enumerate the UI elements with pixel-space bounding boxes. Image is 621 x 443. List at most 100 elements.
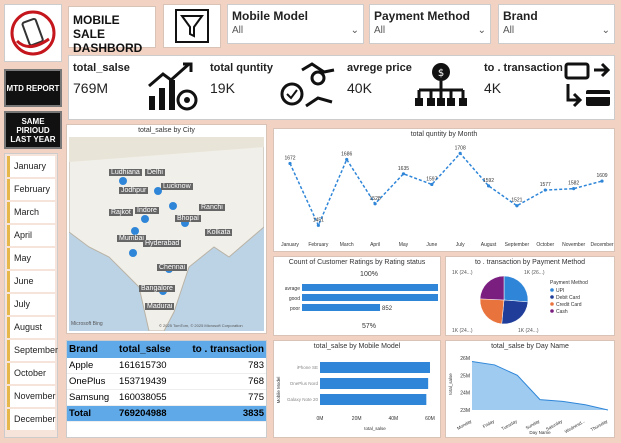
table-cell: 783 [180, 358, 266, 374]
table-row[interactable]: Samsung 160038055 775 [67, 389, 266, 406]
table-cell: 768 [180, 373, 266, 390]
data-label: 1577 [540, 182, 551, 188]
tick-label: 60M [425, 416, 435, 422]
data-point [316, 223, 320, 227]
ratings-chart: Count of Customer Ratings by Rating stat… [273, 256, 441, 336]
column-header[interactable]: to . transaction [180, 341, 266, 358]
city-label: Ludhiana [109, 169, 142, 176]
month-item[interactable]: February [7, 179, 55, 200]
tick-label: 20M [352, 416, 362, 422]
brand-slicer[interactable]: Brand All ⌄ [498, 4, 615, 44]
chevron-down-icon: ⌄ [601, 25, 610, 36]
bar [320, 362, 430, 373]
tick-label: Galaxy Note 20 [287, 397, 319, 402]
data-label: 1708 [455, 145, 466, 151]
city-label: Bhopal [175, 215, 201, 222]
city-label: Indore [135, 207, 159, 214]
payment-method-slicer[interactable]: Payment Method All ⌄ [369, 4, 491, 44]
data-label: 852 [382, 306, 393, 312]
month-item[interactable]: March [7, 202, 55, 223]
map-canvas[interactable]: Ludhiana Delhi Jodhpur Lucknow Rajkot In… [69, 137, 264, 331]
month-item[interactable]: June [7, 271, 55, 292]
bar [302, 284, 438, 291]
column-header[interactable]: total_salse [117, 341, 181, 358]
tick-label: Tuesday [501, 418, 519, 431]
same-period-last-year-button[interactable]: SAME PIRIOUD LAST YEAR [4, 111, 62, 149]
table-total-row: Total 769204988 3835 [67, 405, 266, 422]
tick-label: 26M [460, 356, 470, 362]
table-cell: 161615730 [117, 358, 181, 374]
city-label: Lucknow [161, 183, 193, 190]
data-point [288, 161, 292, 166]
slicer-dropdown[interactable]: All ⌄ [499, 23, 614, 38]
slicer-label: Mobile Model [232, 9, 308, 23]
bottom-label: 57% [362, 323, 376, 330]
tick-label: March [340, 242, 354, 248]
legend-swatch [550, 302, 554, 306]
tick-label: 0M [317, 416, 324, 422]
tick-label: April [370, 242, 380, 248]
city-label: Chennai [157, 264, 188, 271]
city-label: Hyderabad [143, 240, 182, 247]
data-label: 1635 [398, 166, 409, 172]
table-row[interactable]: OnePlus 153719439 768 [67, 373, 266, 390]
month-item[interactable]: December [7, 409, 56, 430]
tick-label: 25M [460, 373, 470, 379]
city-map: total_salse by City Ludhiana Delhi Jodhp… [66, 124, 267, 334]
month-item[interactable]: July [7, 294, 55, 315]
data-label: 1672 [284, 155, 295, 161]
kpi-total-transaction: to . transaction 4K [480, 56, 616, 119]
data-point [430, 182, 434, 187]
brand-table: Brand total_salse to . transaction Apple… [66, 340, 267, 438]
legend-item: UPI [556, 288, 564, 294]
tick-label: Thursday [590, 418, 609, 432]
kpi-total-sales: total_salse 769M [69, 56, 206, 119]
tick-label: iPhone SE [297, 365, 318, 370]
data-point [458, 151, 462, 155]
map-attribution: © 2025 TomTom, © 2025 Microsoft Corporat… [159, 323, 243, 328]
data-label: 1582 [568, 181, 579, 187]
month-item[interactable]: September [7, 340, 58, 361]
tick-label: July [456, 242, 465, 248]
slicer-dropdown[interactable]: All ⌄ [370, 23, 490, 38]
month-item[interactable]: May [7, 248, 55, 269]
mobile-model-slicer[interactable]: Mobile Model All ⌄ [227, 4, 364, 44]
pie-chart-svg: 1K (26...) 1K (24...) 1K (24...) 1K (24...)… [452, 270, 588, 334]
slicer-dropdown[interactable]: All ⌄ [228, 23, 363, 38]
tick-label: September [505, 242, 530, 248]
svg-text:$: $ [438, 68, 444, 79]
data-label: 1K (24...) [518, 328, 539, 334]
data-label: 1686 [341, 152, 352, 158]
data-label: 1451 [313, 217, 324, 223]
legend-item: Credit Card [556, 302, 582, 308]
table-header-row: Brand total_salse to . transaction [67, 341, 266, 358]
month-item[interactable]: January [7, 156, 55, 177]
column-header[interactable]: Brand [67, 341, 118, 358]
legend-swatch [550, 295, 554, 299]
tick-label: poor [290, 306, 300, 312]
pie-slice [501, 299, 529, 325]
top-label: 100% [360, 271, 378, 278]
table-row[interactable]: Apple 161615730 783 [67, 358, 266, 374]
month-item[interactable]: April [7, 225, 55, 246]
table-cell: 775 [180, 389, 266, 406]
month-item[interactable]: August [7, 317, 55, 338]
data-label: 1K (24...) [452, 328, 473, 334]
month-item[interactable]: October [7, 363, 55, 384]
filter-icon[interactable] [163, 4, 221, 48]
mtd-report-button[interactable]: MTD REPORT [4, 69, 62, 107]
tick-label: Friday [482, 418, 496, 429]
table-cell: 3835 [180, 405, 266, 422]
month-item[interactable]: November [7, 386, 56, 407]
money-network-icon: $ [415, 63, 467, 106]
tick-label: June [426, 242, 437, 248]
tick-label: 40M [388, 416, 398, 422]
table-cell: Total [67, 405, 118, 422]
tick-label: avrage [285, 286, 301, 292]
axis-label: Day Name [529, 430, 551, 435]
data-label: 1521 [511, 198, 522, 204]
table-cell: 769204988 [117, 405, 181, 422]
table-cell: Samsung [67, 389, 118, 406]
bar [302, 304, 381, 311]
chevron-down-icon: ⌄ [350, 25, 359, 36]
